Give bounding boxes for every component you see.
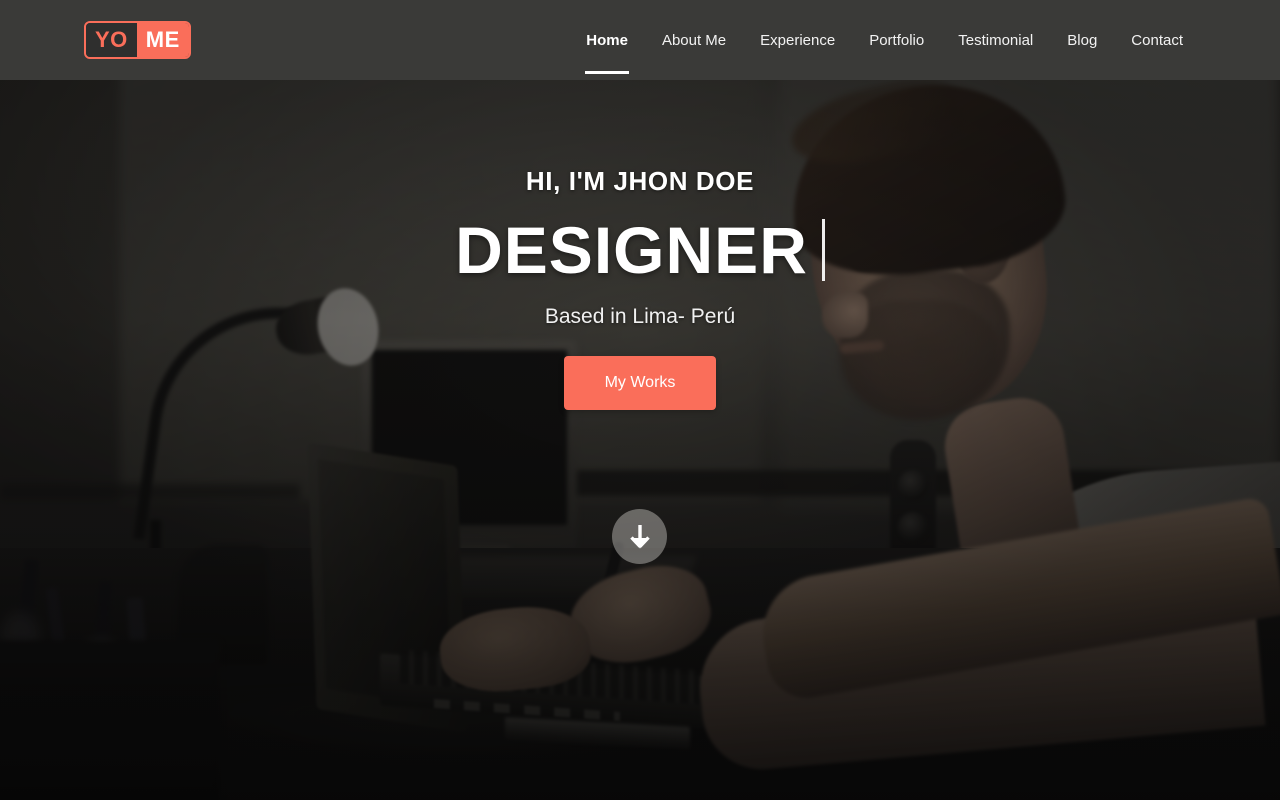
hero-greeting: HI, I'M JHON DOE	[525, 166, 755, 196]
scroll-down-button[interactable]	[612, 509, 667, 564]
hero-content: HI, I'M JHON DOE DESIGNER Based in Lima-…	[0, 80, 1280, 800]
nav-item-home[interactable]: Home	[569, 0, 645, 80]
hero-location: Based in Lima- Perú	[544, 305, 736, 328]
page-root: YO ME Home About Me Experience Portfolio…	[0, 0, 1280, 800]
logo-text-first: YO	[86, 23, 137, 57]
arrow-down-icon	[629, 524, 650, 548]
nav-item-contact[interactable]: Contact	[1114, 0, 1200, 80]
site-logo[interactable]: YO ME	[84, 21, 191, 59]
nav-item-experience[interactable]: Experience	[743, 0, 852, 80]
nav-item-blog[interactable]: Blog	[1050, 0, 1114, 80]
my-works-button[interactable]: My Works	[564, 356, 716, 410]
hero-role-wrapper: DESIGNER	[455, 213, 825, 287]
logo-text-second: ME	[136, 23, 189, 57]
typewriter-cursor	[821, 219, 825, 281]
nav-item-testimonial[interactable]: Testimonial	[941, 0, 1050, 80]
main-navigation: Home About Me Experience Portfolio Testi…	[569, 0, 1200, 80]
nav-item-portfolio[interactable]: Portfolio	[852, 0, 941, 80]
site-header: YO ME Home About Me Experience Portfolio…	[0, 0, 1280, 80]
hero-role-title: DESIGNER	[455, 213, 808, 287]
nav-item-about-me[interactable]: About Me	[645, 0, 743, 80]
